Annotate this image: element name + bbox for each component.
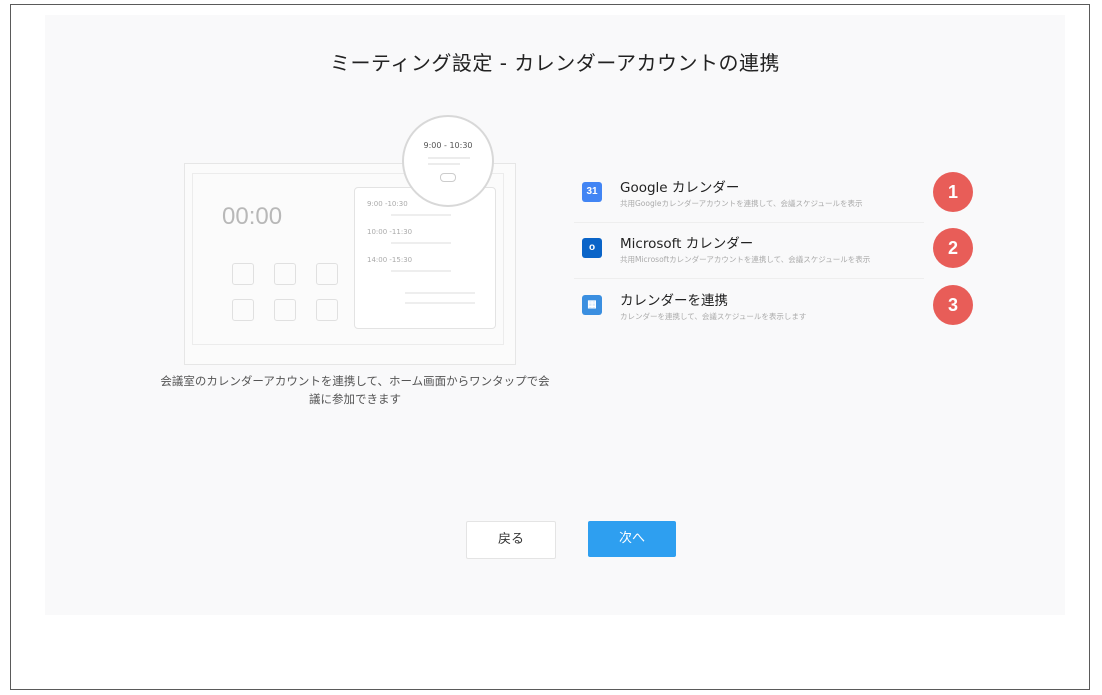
page-title: ミーティング設定 - カレンダーアカウントの連携 — [330, 51, 780, 75]
app-tile — [316, 299, 338, 321]
bubble-time: 9:00 - 10:30 — [423, 141, 473, 150]
app-tile — [274, 299, 296, 321]
tablet-illustration: 00:00 9:00 -10:30 10:00 -11:30 14:00 -15… — [184, 115, 516, 365]
schedule-row: 10:00 -11:30 — [367, 228, 413, 236]
option-microsoft-calendar[interactable]: o Microsoft カレンダー 共用Microsoftカレンダーアカウントを… — [574, 224, 924, 279]
schedule-row: 9:00 -10:30 — [367, 200, 408, 208]
option-link-calendar[interactable]: ▦ カレンダーを連携 カレンダーを連携して、会議スケジュールを表示します — [574, 281, 924, 335]
calendar-link-icon: ▦ — [582, 295, 602, 315]
schedule-line — [405, 292, 475, 294]
schedule-line — [405, 302, 475, 304]
schedule-line — [391, 270, 451, 272]
option-description: 共用Googleカレンダーアカウントを連携して、会議スケジュールを表示 — [620, 199, 863, 208]
option-name: Microsoft カレンダー — [620, 236, 754, 252]
app-tile — [274, 263, 296, 285]
option-name: カレンダーを連携 — [620, 293, 728, 309]
bubble-line — [428, 163, 460, 165]
back-button[interactable]: 戻る — [466, 521, 556, 559]
schedule-card: 9:00 -10:30 10:00 -11:30 14:00 -15:30 — [354, 187, 496, 329]
toggle-icon — [440, 173, 456, 182]
google-calendar-icon: 31 — [582, 182, 602, 202]
app-tile — [232, 263, 254, 285]
option-description: カレンダーを連携して、会議スケジュールを表示します — [620, 312, 807, 321]
window-frame: ミーティング設定 - カレンダーアカウントの連携 — [10, 4, 1090, 690]
illustration-caption: 会議室のカレンダーアカウントを連携して、ホーム画面からワンタップで会議に参加でき… — [160, 374, 550, 406]
option-google-calendar[interactable]: 31 Google カレンダー 共用Googleカレンダーアカウントを連携して、… — [574, 168, 924, 223]
schedule-line — [391, 214, 451, 216]
outlook-icon: o — [582, 238, 602, 258]
schedule-row: 14:00 -15:30 — [367, 256, 413, 264]
app-tile — [232, 299, 254, 321]
option-name: Google カレンダー — [620, 180, 740, 196]
time-bubble: 9:00 - 10:30 — [402, 115, 494, 207]
option-description: 共用Microsoftカレンダーアカウントを連携して、会議スケジュールを表示 — [620, 255, 871, 264]
step-badge-1: 1 — [933, 172, 973, 212]
next-button[interactable]: 次へ — [588, 521, 676, 557]
bubble-line — [428, 157, 470, 159]
step-badge-3: 3 — [933, 285, 973, 325]
app-tile — [316, 263, 338, 285]
step-badge-2: 2 — [933, 228, 973, 268]
illustration-clock: 00:00 — [222, 203, 283, 230]
schedule-line — [391, 242, 451, 244]
